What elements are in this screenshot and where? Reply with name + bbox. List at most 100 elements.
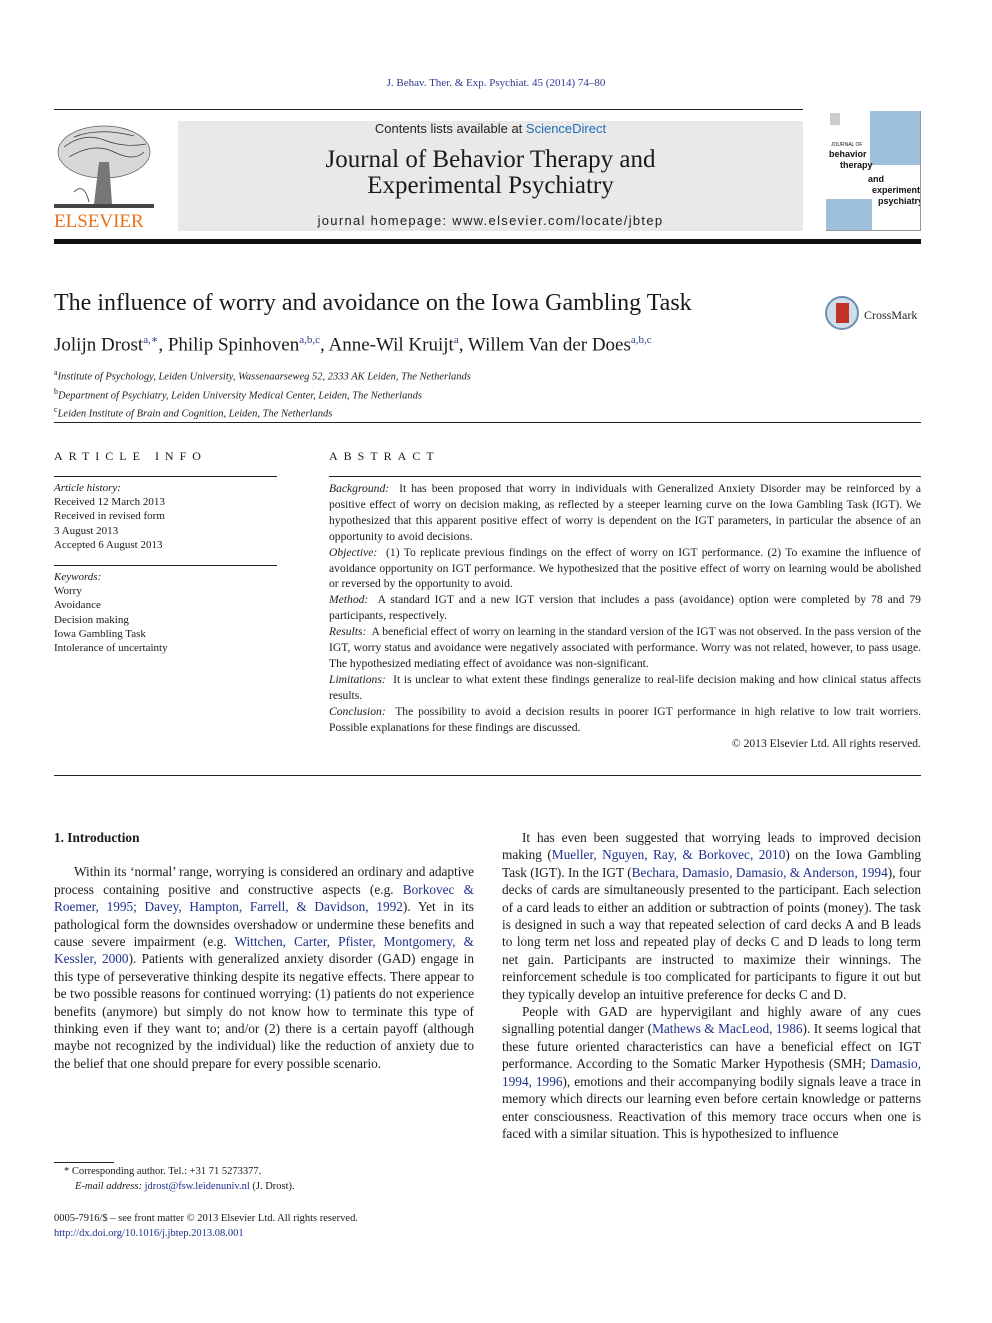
divider — [54, 422, 921, 423]
abstract-label: Background: — [329, 482, 390, 495]
crossmark-label: CrossMark — [864, 308, 918, 322]
abstract-label: Conclusion: — [329, 704, 386, 718]
affiliation-text: Institute of Psychology, Leiden Universi… — [57, 371, 471, 383]
author-name[interactable]: Willem Van der Does — [468, 334, 631, 355]
crossmark-button[interactable]: CrossMark — [825, 296, 925, 336]
body-paragraph: People with GAD are hypervigilant and hi… — [502, 1003, 921, 1142]
history-item: Received 12 March 2013 — [54, 496, 165, 509]
article-history: Article history: Received 12 March 2013 … — [54, 481, 165, 552]
cover-word: therapy — [840, 160, 873, 170]
abstract-body: Background: It has been proposed that wo… — [329, 481, 921, 751]
article-info-heading: ARTICLE INFO — [54, 449, 207, 463]
corresponding-author-note: * Corresponding author. Tel.: +31 71 527… — [54, 1165, 295, 1180]
body-column-right: It has even been suggested that worrying… — [502, 829, 921, 1142]
front-matter: 0005-7916/$ – see front matter © 2013 El… — [54, 1212, 358, 1241]
keyword-item: Avoidance — [54, 599, 101, 612]
abstract-section-conclusion: Conclusion: The possibility to avoid a d… — [329, 704, 921, 736]
elsevier-tree-icon — [54, 125, 154, 208]
journal-homepage-link[interactable]: journal homepage: www.elsevier.com/locat… — [178, 213, 803, 228]
corresponding-author-text: Corresponding author. Tel.: +31 71 52733… — [71, 1166, 262, 1177]
footnote-rule — [54, 1162, 114, 1163]
affiliations: aInstitute of Psychology, Leiden Univers… — [54, 366, 471, 422]
body-text: ), four decks of cards are simultaneousl… — [502, 864, 921, 1002]
section-heading-introduction: 1. Introduction — [54, 830, 140, 845]
history-item: 3 August 2013 — [54, 524, 119, 537]
author-name[interactable]: Philip Spinhoven — [168, 334, 299, 355]
journal-citation[interactable]: J. Behav. Ther. & Exp. Psychiat. 45 (201… — [0, 77, 992, 89]
masthead-thick-rule — [54, 239, 921, 244]
cover-word: psychiatry — [878, 196, 921, 206]
email-suffix: (J. Drost). — [252, 1180, 295, 1192]
body-paragraph: It has even been suggested that worrying… — [502, 829, 921, 1003]
elsevier-wordmark: ELSEVIER — [54, 211, 144, 232]
divider — [54, 775, 921, 776]
abstract-text: It is unclear to what extent these findi… — [329, 672, 921, 702]
cover-accent-block — [870, 111, 920, 165]
cover-accent-block — [826, 199, 872, 230]
divider — [54, 476, 277, 477]
abstract-section-method: Method: A standard IGT and a new IGT ver… — [329, 592, 921, 624]
divider — [54, 565, 277, 566]
divider — [329, 476, 921, 477]
body-column-left: 1. Introduction Within its ‘normal’ rang… — [54, 829, 474, 1072]
elsevier-logo[interactable]: ELSEVIER — [54, 118, 164, 233]
author-affiliation-marks[interactable]: a,b,c — [299, 334, 320, 346]
affiliation-item: aInstitute of Psychology, Leiden Univers… — [54, 366, 471, 385]
author-name[interactable]: Jolijn Drost — [54, 334, 143, 355]
contents-prefix: Contents lists available at — [374, 121, 526, 136]
author-list: Jolijn Drosta,∗, Philip Spinhovena,b,c, … — [54, 333, 652, 356]
footnote-marker: * — [64, 1166, 70, 1177]
cover-word: experimental — [872, 185, 921, 195]
email-link[interactable]: jdrost@fsw.leidenuniv.nl — [145, 1181, 250, 1192]
abstract-label: Limitations: — [329, 672, 386, 686]
affiliation-text: Leiden Institute of Brain and Cognition,… — [57, 408, 333, 420]
keywords-label: Keywords: — [54, 571, 102, 583]
footnotes: * Corresponding author. Tel.: +31 71 527… — [54, 1165, 295, 1194]
email-note: E-mail address: jdrost@fsw.leidenuniv.nl… — [54, 1180, 295, 1195]
article-title: The influence of worry and avoidance on … — [54, 290, 692, 316]
abstract-section-objective: Objective: (1) To replicate previous fin… — [329, 545, 921, 593]
author-affiliation-marks[interactable]: a,b,c — [631, 334, 652, 346]
front-matter-text: 0005-7916/$ – see front matter © 2013 El… — [54, 1213, 358, 1224]
abstract-label: Objective: — [329, 545, 378, 559]
keywords: Keywords: Worry Avoidance Decision makin… — [54, 570, 168, 655]
history-item: Accepted 6 August 2013 — [54, 538, 163, 551]
doi-link[interactable]: http://dx.doi.org/10.1016/j.jbtep.2013.0… — [54, 1228, 244, 1239]
journal-title[interactable]: Journal of Behavior Therapy and Experime… — [178, 147, 803, 199]
keyword-item: Decision making — [54, 613, 129, 626]
author-separator: , — [458, 334, 468, 356]
citation-link[interactable]: Bechara, Damasio, Damasio, & Anderson, 1… — [632, 865, 888, 880]
cover-word: and — [868, 174, 885, 184]
body-text: ). Patients with generalized anxiety dis… — [54, 951, 474, 1071]
sciencedirect-link[interactable]: ScienceDirect — [526, 121, 606, 136]
abstract-text: It has been proposed that worry in indiv… — [329, 482, 921, 543]
abstract-text: A standard IGT and a new IGT version tha… — [329, 593, 921, 623]
article-history-label: Article history: — [54, 482, 121, 494]
contents-availability: Contents lists available at ScienceDirec… — [178, 121, 803, 137]
email-label: E-mail address: — [75, 1180, 142, 1192]
body-text: ), emotions and their accompanying bodil… — [502, 1073, 921, 1141]
crossmark-icon — [825, 296, 859, 330]
keyword-item: Worry — [54, 585, 82, 598]
author-separator: , — [158, 334, 168, 356]
author-name[interactable]: Anne-Wil Kruijt — [328, 334, 453, 355]
journal-title-line-1: Journal of Behavior Therapy and — [325, 146, 656, 173]
header-rule — [54, 109, 803, 110]
abstract-section-limitations: Limitations: It is unclear to what exten… — [329, 672, 921, 704]
keyword-item: Iowa Gambling Task — [54, 627, 146, 640]
citation-link[interactable]: Mathews & MacLeod, 1986 — [652, 1021, 802, 1036]
journal-cover-thumbnail[interactable]: JOURNAL OF behavior therapy and experime… — [826, 111, 921, 231]
abstract-copyright: © 2013 Elsevier Ltd. All rights reserved… — [731, 736, 921, 750]
abstract-text: The possibility to avoid a decision resu… — [329, 704, 921, 734]
citation-link[interactable]: Mueller, Nguyen, Ray, & Borkovec, 2010 — [552, 847, 786, 862]
journal-masthead: Contents lists available at ScienceDirec… — [178, 121, 803, 231]
cover-publisher-mark — [830, 113, 840, 125]
abstract-section-results: Results: A beneficial effect of worry on… — [329, 624, 921, 672]
history-item: Received in revised form — [54, 510, 165, 523]
abstract-section-background: Background: It has been proposed that wo… — [329, 481, 921, 545]
abstract-label: Method: — [329, 593, 369, 607]
affiliation-text: Department of Psychiatry, Leiden Univers… — [58, 390, 422, 401]
abstract-text: A beneficial effect of worry on learning… — [329, 625, 921, 670]
author-affiliation-marks[interactable]: a,∗ — [143, 334, 158, 346]
abstract-text: (1) To replicate previous findings on th… — [329, 545, 921, 591]
